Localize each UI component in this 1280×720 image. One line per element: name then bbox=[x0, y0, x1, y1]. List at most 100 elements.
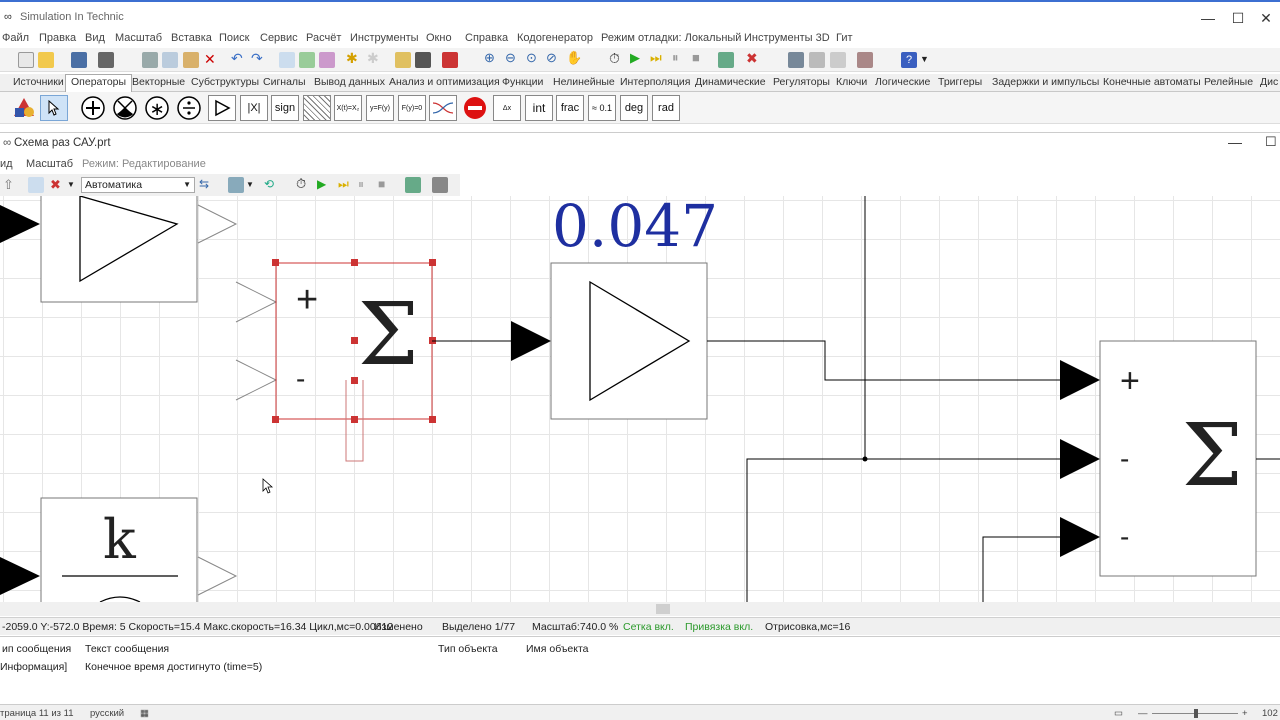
deg-block-button[interactable]: deg bbox=[620, 95, 648, 121]
pointer-select-icon[interactable] bbox=[40, 95, 68, 121]
msg-header-type[interactable]: ип сообщения bbox=[2, 643, 71, 655]
category-select[interactable]: Автоматика ▼ bbox=[81, 177, 195, 193]
menu-calc[interactable]: Расчёт bbox=[306, 32, 341, 44]
msg-header-object-name[interactable]: Имя объекта bbox=[526, 643, 589, 655]
open-file-icon[interactable] bbox=[38, 52, 54, 68]
gain-block-top[interactable] bbox=[0, 196, 238, 303]
menu-debug-mode[interactable]: Режим отладки: Локальный bbox=[601, 32, 741, 44]
apply-icon[interactable]: ⇆ bbox=[199, 177, 215, 193]
tab-state-machines[interactable]: Конечные автоматы bbox=[1103, 76, 1201, 88]
find-binoculars-icon[interactable] bbox=[415, 52, 431, 68]
doc-step-icon[interactable]: ⏭ bbox=[338, 177, 354, 193]
state-block-button[interactable]: X(t)=X₂ bbox=[334, 95, 362, 121]
zoom-out-icon[interactable]: ⊖ bbox=[505, 50, 521, 66]
stop-block-icon[interactable] bbox=[461, 95, 489, 121]
help-dropdown-icon[interactable]: ▼ bbox=[920, 54, 936, 70]
maximize-button[interactable]: ☐ bbox=[1228, 10, 1248, 27]
tab-delays[interactable]: Задержки и импульсы bbox=[992, 76, 1099, 88]
menu-view[interactable]: Вид bbox=[85, 32, 105, 44]
run-icon[interactable]: ▶ bbox=[630, 50, 646, 66]
check-icon[interactable] bbox=[299, 52, 315, 68]
delete-icon[interactable]: ✕ bbox=[204, 51, 220, 67]
tab-relay[interactable]: Релейные bbox=[1204, 76, 1253, 88]
tab-sources[interactable]: Источники bbox=[13, 76, 64, 88]
tab-interpolation[interactable]: Интерполяция bbox=[620, 76, 690, 88]
tab-logic[interactable]: Логические bbox=[875, 76, 930, 88]
hint-bulb-icon[interactable]: ✱ bbox=[346, 50, 362, 66]
tab-triggers[interactable]: Триггеры bbox=[938, 76, 982, 88]
menu-file[interactable]: Файл bbox=[2, 32, 29, 44]
diagram-canvas[interactable]: 0.047 + - Σ + - - Σ k bbox=[0, 196, 1280, 602]
menu-service[interactable]: Сервис bbox=[260, 32, 298, 44]
pan-hand-icon[interactable]: ✋ bbox=[566, 50, 582, 66]
status-snap[interactable]: Привязка вкл. bbox=[685, 621, 753, 633]
abs-block-button[interactable]: |X| bbox=[240, 95, 268, 121]
gain-block-2[interactable] bbox=[550, 262, 708, 420]
layers-icon[interactable] bbox=[442, 52, 458, 68]
zoom-fit-icon[interactable]: ⊙ bbox=[526, 50, 542, 66]
close-button[interactable]: ✕ bbox=[1256, 10, 1276, 27]
multiplier-block-icon[interactable] bbox=[111, 95, 139, 121]
doc-maximize-button[interactable]: ☐ bbox=[1265, 134, 1277, 150]
sign-block-button[interactable]: sign bbox=[271, 95, 299, 121]
doc-timer-icon[interactable]: ⏱ bbox=[296, 176, 312, 192]
tab-functions[interactable]: Функции bbox=[502, 76, 543, 88]
zoom-slider-thumb[interactable] bbox=[1194, 709, 1198, 718]
sync-icon[interactable]: ⟲ bbox=[264, 177, 280, 193]
horizontal-scrollbar[interactable] bbox=[0, 602, 1280, 616]
new-file-icon[interactable] bbox=[18, 52, 34, 68]
divider-block-icon[interactable] bbox=[175, 95, 203, 121]
brush-icon[interactable] bbox=[395, 52, 411, 68]
layer-dropdown-icon[interactable]: ▼ bbox=[246, 180, 262, 196]
library-icon[interactable] bbox=[319, 52, 335, 68]
doc-run-icon[interactable]: ▶ bbox=[317, 177, 333, 193]
tab-operators[interactable]: Операторы bbox=[65, 74, 133, 92]
menu-codegen[interactable]: Кодогенератор bbox=[517, 32, 593, 44]
menu-insert[interactable]: Вставка bbox=[171, 32, 212, 44]
undo-icon[interactable]: ↶ bbox=[231, 50, 247, 66]
redo-icon[interactable]: ↷ bbox=[251, 50, 267, 66]
menu-tools[interactable]: Инструменты bbox=[350, 32, 419, 44]
shapes-icon[interactable] bbox=[10, 95, 38, 121]
msg-header-object-type[interactable]: Тип объекта bbox=[438, 643, 498, 655]
step-icon[interactable]: ⏭ bbox=[650, 50, 666, 66]
timer-icon[interactable]: ⏱ bbox=[609, 50, 625, 66]
menu-git[interactable]: Гит bbox=[836, 32, 853, 44]
msg-header-text[interactable]: Текст сообщения bbox=[85, 643, 169, 655]
adder-block-icon[interactable] bbox=[79, 95, 107, 121]
menu-help[interactable]: Справка bbox=[465, 32, 508, 44]
properties-icon[interactable] bbox=[279, 52, 295, 68]
paste-icon[interactable] bbox=[183, 52, 199, 68]
doc-stop-icon[interactable]: ■ bbox=[378, 177, 394, 193]
tab-analysis[interactable]: Анализ и оптимизация bbox=[389, 76, 500, 88]
save-icon[interactable] bbox=[71, 52, 87, 68]
round-block-button[interactable]: ≈ 0.1 bbox=[588, 95, 616, 121]
menu-tools-3d[interactable]: Инструменты 3D bbox=[744, 32, 830, 44]
save-all-icon[interactable] bbox=[98, 52, 114, 68]
hint-off-icon[interactable]: ✱ bbox=[367, 50, 383, 66]
curve-block-icon[interactable] bbox=[429, 95, 457, 121]
scrollbar-thumb[interactable] bbox=[656, 604, 670, 614]
monitor-icon[interactable] bbox=[788, 52, 804, 68]
doc-menu-zoom[interactable]: Масштаб bbox=[26, 158, 73, 170]
tab-signals[interactable]: Сигналы bbox=[263, 76, 306, 88]
tab-discrete[interactable]: Дис bbox=[1260, 76, 1278, 88]
tab-nonlinear[interactable]: Нелинейные bbox=[553, 76, 615, 88]
int-block-button[interactable]: int bbox=[525, 95, 553, 121]
tab-vector[interactable]: Векторные bbox=[132, 76, 185, 88]
tab-substructures[interactable]: Субструктуры bbox=[191, 76, 259, 88]
tools-cross-icon[interactable]: ✖ bbox=[746, 50, 762, 66]
delta-block-button[interactable]: Δx bbox=[493, 95, 521, 121]
zoom-area-icon[interactable]: ⊘ bbox=[546, 50, 562, 66]
menu-edit[interactable]: Правка bbox=[39, 32, 76, 44]
stop-icon[interactable]: ■ bbox=[692, 50, 708, 66]
layer-3d-icon[interactable] bbox=[228, 177, 244, 193]
zoom-minus-icon[interactable]: — bbox=[1138, 708, 1148, 719]
report-icon[interactable] bbox=[857, 52, 873, 68]
menu-zoom[interactable]: Масштаб bbox=[115, 32, 162, 44]
rad-block-button[interactable]: rad bbox=[652, 95, 680, 121]
zoom-plus-icon[interactable]: + bbox=[1242, 708, 1248, 719]
tab-dynamic[interactable]: Динамические bbox=[695, 76, 766, 88]
tools-icon[interactable]: ✖ bbox=[50, 177, 66, 193]
minimize-button[interactable]: — bbox=[1198, 10, 1218, 26]
